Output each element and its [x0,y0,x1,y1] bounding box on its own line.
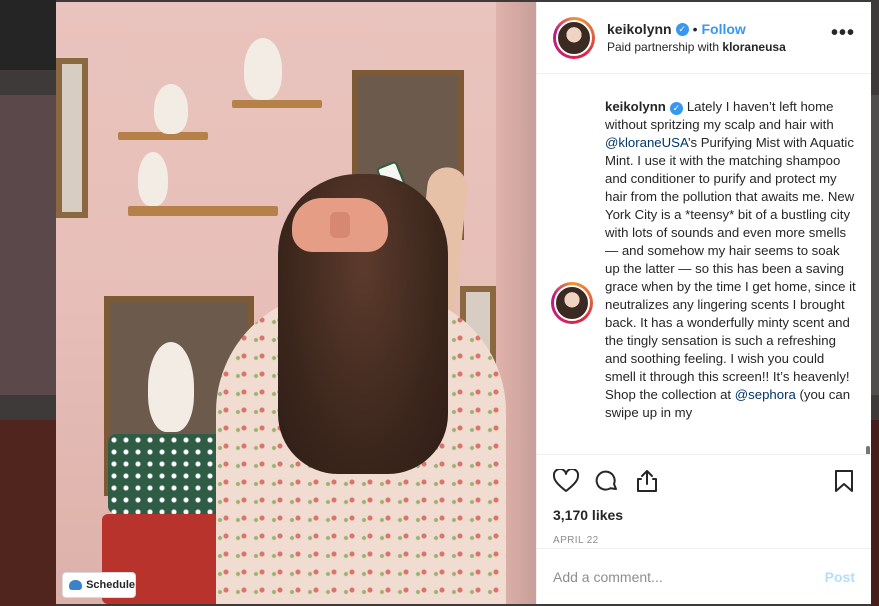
partner-link[interactable]: kloraneusa [722,40,785,54]
bookmark-icon[interactable] [833,469,855,493]
post-date[interactable]: APRIL 22 [553,535,855,546]
caption-scrollbar[interactable] [865,74,871,454]
verified-badge-icon: ✓ [675,22,689,36]
scrollbar-thumb[interactable] [866,446,870,454]
hatbox [108,434,228,514]
comment-icon[interactable] [595,469,619,493]
bust-figure [138,152,168,206]
like-count[interactable]: 3,170 likes [553,507,855,523]
post-modal: Schedule keikolynn ✓ • Follow Paid partn… [56,2,871,604]
comment-input[interactable] [553,568,825,585]
schedule-button[interactable]: Schedule [62,572,136,598]
wall-shelf [128,206,278,216]
more-options-button[interactable]: ••• [831,22,855,53]
mention-link[interactable]: @kloraneUSA [605,135,688,150]
caption-area: keikolynn ✓ Lately I haven’t left home wit… [537,74,871,454]
mention-link[interactable]: @sephora [735,387,796,402]
paid-partnership-label: Paid partnership with [607,40,720,54]
post-header: keikolynn ✓ • Follow Paid partnership wi… [537,2,871,74]
avatar-image [554,285,590,321]
photo-frame-left [56,58,88,218]
caption-avatar[interactable] [551,282,593,324]
post-side-panel: keikolynn ✓ • Follow Paid partnership wi… [536,2,871,604]
caption-text-part: ’s Purifying Mist with Aquatic Mint. I u… [605,135,856,402]
bust-figure [148,342,194,432]
avatar[interactable] [553,16,595,59]
bust-figure [244,38,282,100]
schedule-label: Schedule [86,579,135,591]
username-link[interactable]: keikolynn [607,21,672,37]
follow-button[interactable]: Follow [702,21,746,37]
bust-figure [154,84,188,134]
separator-dot: • [692,21,698,37]
post-photo[interactable]: Schedule [56,2,536,604]
post-comment-button[interactable]: Post [825,569,855,585]
avatar-image [556,19,592,56]
action-icons [553,463,855,499]
verified-badge-icon: ✓ [669,101,683,115]
caption-text: keikolynn ✓ Lately I haven’t left home wit… [605,98,857,422]
heart-icon[interactable] [553,469,579,493]
caption-username-link[interactable]: keikolynn [605,99,666,114]
comment-bar: Post [537,548,871,604]
paid-partnership: Paid partnership with kloraneusa [607,40,819,54]
wall-shelf [232,100,322,108]
cloud-icon [69,580,83,590]
hair-bow [292,198,388,252]
share-icon[interactable] [635,469,659,493]
header-text: keikolynn ✓ • Follow Paid partnership wi… [607,21,819,54]
